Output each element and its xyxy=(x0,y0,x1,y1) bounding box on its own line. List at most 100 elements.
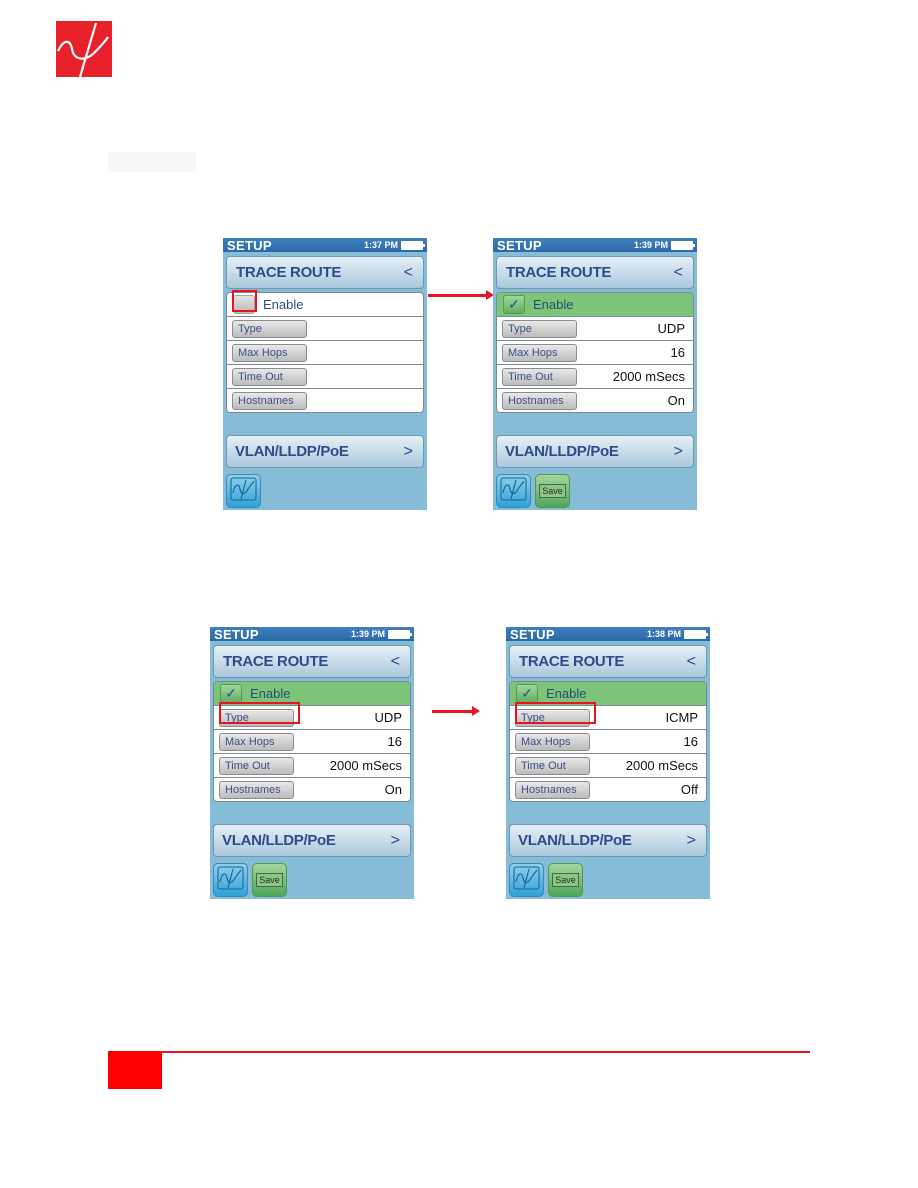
status-time: 1:37 PM xyxy=(363,240,398,250)
trace-route-header[interactable]: TRACE ROUTE < xyxy=(226,256,424,289)
enable-row[interactable]: ✓ Enable xyxy=(214,682,410,706)
section-title: TRACE ROUTE xyxy=(519,653,625,670)
bottom-toolbar: Save xyxy=(509,863,583,897)
vlan-lldp-poe-header[interactable]: VLAN/LLDP/PoE > xyxy=(213,824,411,857)
section-title: TRACE ROUTE xyxy=(506,264,612,281)
home-button[interactable] xyxy=(213,863,248,897)
type-button[interactable]: Type xyxy=(515,708,590,727)
hostnames-value: On xyxy=(667,393,685,408)
battery-icon xyxy=(388,629,412,639)
setting-row-time-out: Time Out 2000 mSecs xyxy=(510,754,706,778)
bottom-toolbar: Save xyxy=(496,474,570,508)
scope-logo-icon xyxy=(230,477,257,506)
trace-route-header[interactable]: TRACE ROUTE < xyxy=(496,256,694,289)
enable-label: Enable xyxy=(546,686,587,701)
status-time: 1:39 PM xyxy=(633,240,668,250)
battery-icon xyxy=(671,240,695,250)
setting-row-type: Type xyxy=(227,317,423,341)
max-hops-button[interactable]: Max Hops xyxy=(219,732,294,751)
enable-checkbox[interactable] xyxy=(233,295,255,314)
chevron-right-icon: > xyxy=(686,831,696,849)
save-button[interactable]: Save xyxy=(252,863,287,897)
hostnames-button[interactable]: Hostnames xyxy=(219,780,294,799)
trace-route-settings: ✓ Enable Type UDP Max Hops 16 Time Out 2000 mSe… xyxy=(213,681,411,802)
time-out-value: 2000 mSecs xyxy=(329,758,402,773)
home-button[interactable] xyxy=(226,474,261,508)
status-time: 1:38 PM xyxy=(646,629,681,639)
faint-heading-placeholder xyxy=(108,152,196,172)
setting-row-time-out: Time Out xyxy=(227,365,423,389)
device-screen-after-enable: SETUP 1:39 PM TRACE ROUTE < ✓ Enable Type UDP Ma… xyxy=(493,238,697,510)
enable-row[interactable]: Enable xyxy=(227,293,423,317)
vlan-lldp-poe-header[interactable]: VLAN/LLDP/PoE > xyxy=(509,824,707,857)
scope-logo-icon xyxy=(500,477,527,506)
home-button[interactable] xyxy=(496,474,531,508)
device-screen-before-enable: SETUP 1:37 PM TRACE ROUTE < Enable Type Max Ho… xyxy=(223,238,427,510)
save-label: Save xyxy=(539,484,566,498)
time-out-button[interactable]: Time Out xyxy=(219,756,294,775)
setting-row-type: Type ICMP xyxy=(510,706,706,730)
section-title: VLAN/LLDP/PoE xyxy=(222,832,336,849)
time-out-button[interactable]: Time Out xyxy=(232,367,307,386)
section-title: VLAN/LLDP/PoE xyxy=(235,443,349,460)
max-hops-button[interactable]: Max Hops xyxy=(502,343,577,362)
chevron-left-icon: < xyxy=(403,263,413,281)
enable-row[interactable]: ✓ Enable xyxy=(510,682,706,706)
save-label: Save xyxy=(256,873,283,887)
type-button[interactable]: Type xyxy=(219,708,294,727)
enable-checkbox[interactable]: ✓ xyxy=(220,684,242,703)
status-bar: SETUP 1:39 PM xyxy=(210,627,414,642)
scope-logo-icon xyxy=(217,866,244,895)
hostnames-button[interactable]: Hostnames xyxy=(502,391,577,410)
device-screen-type-icmp: SETUP 1:38 PM TRACE ROUTE < ✓ Enable Type ICMP M… xyxy=(506,627,710,899)
chevron-left-icon: < xyxy=(686,652,696,670)
hostnames-value: Off xyxy=(680,782,698,797)
chevron-right-icon: > xyxy=(673,442,683,460)
setting-row-type: Type UDP xyxy=(497,317,693,341)
type-button[interactable]: Type xyxy=(502,319,577,338)
save-button[interactable]: Save xyxy=(548,863,583,897)
setting-row-type: Type UDP xyxy=(214,706,410,730)
chevron-left-icon: < xyxy=(673,263,683,281)
max-hops-button[interactable]: Max Hops xyxy=(515,732,590,751)
enable-label: Enable xyxy=(250,686,291,701)
status-time: 1:39 PM xyxy=(350,629,385,639)
hostnames-value: On xyxy=(384,782,402,797)
enable-row[interactable]: ✓ Enable xyxy=(497,293,693,317)
vlan-lldp-poe-header[interactable]: VLAN/LLDP/PoE > xyxy=(226,435,424,468)
time-out-value: 2000 mSecs xyxy=(612,369,685,384)
hostnames-button[interactable]: Hostnames xyxy=(232,391,307,410)
setting-row-hostnames: Hostnames On xyxy=(214,778,410,801)
chevron-left-icon: < xyxy=(390,652,400,670)
trace-route-header[interactable]: TRACE ROUTE < xyxy=(509,645,707,678)
arrow-icon xyxy=(428,290,494,300)
time-out-button[interactable]: Time Out xyxy=(502,367,577,386)
trace-route-settings: ✓ Enable Type ICMP Max Hops 16 Time Out 2000 mS… xyxy=(509,681,707,802)
trace-route-settings: Enable Type Max Hops Time Out Hostnames xyxy=(226,292,424,413)
chevron-right-icon: > xyxy=(390,831,400,849)
home-button[interactable] xyxy=(509,863,544,897)
psi-logo-icon xyxy=(56,21,112,77)
setting-row-max-hops: Max Hops xyxy=(227,341,423,365)
setting-row-time-out: Time Out 2000 mSecs xyxy=(497,365,693,389)
setting-row-hostnames: Hostnames xyxy=(227,389,423,412)
status-title: SETUP xyxy=(497,238,542,253)
enable-checkbox[interactable]: ✓ xyxy=(503,295,525,314)
type-button[interactable]: Type xyxy=(232,319,307,338)
status-title: SETUP xyxy=(227,238,272,253)
chevron-right-icon: > xyxy=(403,442,413,460)
save-button[interactable]: Save xyxy=(535,474,570,508)
hostnames-button[interactable]: Hostnames xyxy=(515,780,590,799)
trace-route-header[interactable]: TRACE ROUTE < xyxy=(213,645,411,678)
enable-checkbox[interactable]: ✓ xyxy=(516,684,538,703)
max-hops-button[interactable]: Max Hops xyxy=(232,343,307,362)
time-out-button[interactable]: Time Out xyxy=(515,756,590,775)
vlan-lldp-poe-header[interactable]: VLAN/LLDP/PoE > xyxy=(496,435,694,468)
setting-row-max-hops: Max Hops 16 xyxy=(510,730,706,754)
section-title: TRACE ROUTE xyxy=(236,264,342,281)
status-title: SETUP xyxy=(510,627,555,642)
max-hops-value: 16 xyxy=(387,734,402,749)
time-out-value: 2000 mSecs xyxy=(625,758,698,773)
device-screen-type-udp: SETUP 1:39 PM TRACE ROUTE < ✓ Enable Type UDP Ma… xyxy=(210,627,414,899)
section-title: TRACE ROUTE xyxy=(223,653,329,670)
